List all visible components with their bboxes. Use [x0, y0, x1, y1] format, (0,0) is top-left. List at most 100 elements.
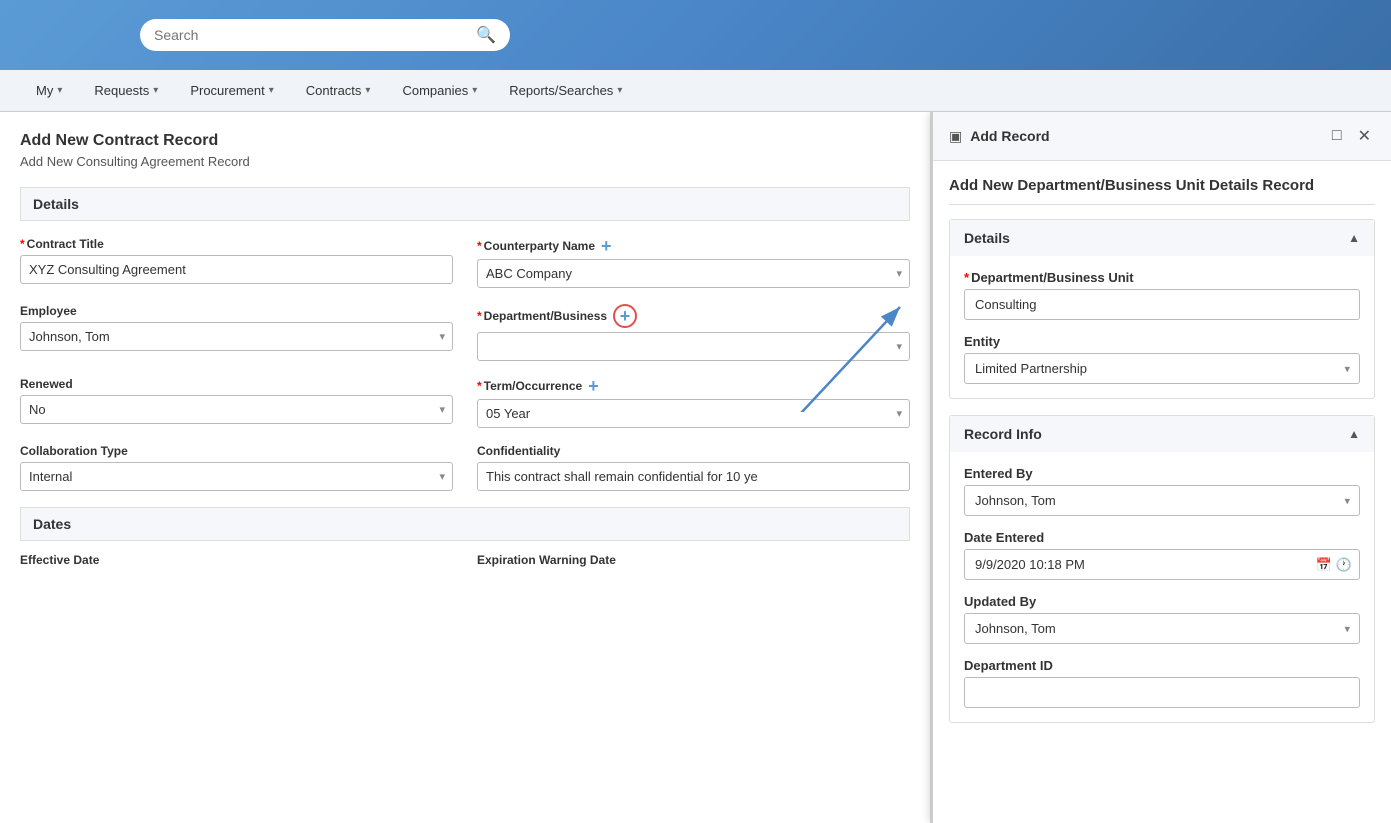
modal-details-header[interactable]: Details ▲ — [950, 220, 1374, 256]
modal-date-entered-input[interactable] — [964, 549, 1360, 580]
counterparty-name-label: Counterparty Name — [477, 239, 595, 253]
left-panel: Add New Contract Record Add New Consulti… — [0, 112, 931, 823]
page-subtitle: Add New Consulting Agreement Record — [20, 154, 910, 169]
contract-title-label: Contract Title — [20, 237, 453, 251]
dates-section-header: Dates — [20, 507, 910, 541]
employee-select-wrap: Johnson, Tom ▾ — [20, 322, 453, 351]
nav-item-procurement[interactable]: Procurement ▾ — [174, 73, 289, 108]
search-input[interactable] — [154, 27, 476, 43]
search-icon-button[interactable]: 🔍 — [476, 25, 496, 45]
chevron-down-icon: ▾ — [153, 85, 158, 96]
modal-header-right: □ ✕ — [1328, 124, 1375, 148]
modal-dept-id-input[interactable] — [964, 677, 1360, 708]
chevron-down-icon: ▾ — [365, 85, 370, 96]
form-grid-top: Contract Title Counterparty Name + ABC C… — [20, 237, 910, 491]
confidentiality-label: Confidentiality — [477, 444, 910, 458]
modal-updated-by-select[interactable]: Johnson, Tom — [964, 613, 1360, 644]
contract-title-input[interactable] — [20, 255, 453, 284]
nav-bar: My ▾ Requests ▾ Procurement ▾ Contracts … — [0, 70, 1391, 112]
counterparty-add-button[interactable]: + — [601, 237, 612, 255]
dept-select-wrap: ▾ — [477, 332, 910, 361]
employee-select[interactable]: Johnson, Tom — [20, 322, 453, 351]
counterparty-select[interactable]: ABC Company — [477, 259, 910, 288]
nav-item-reports[interactable]: Reports/Searches ▾ — [493, 73, 638, 108]
collaboration-select[interactable]: Internal — [20, 462, 453, 491]
chevron-down-icon: ▾ — [472, 85, 477, 96]
app-header: 🔍 — [0, 0, 1391, 70]
modal-entered-by-select[interactable]: Johnson, Tom — [964, 485, 1360, 516]
collaboration-type-label: Collaboration Type — [20, 444, 453, 458]
date-icons: 📅 🕐 — [1316, 557, 1352, 573]
modal-updated-by-select-wrap: Johnson, Tom ▾ — [964, 613, 1360, 644]
department-select[interactable] — [477, 332, 910, 361]
modal-dept-id-label: Department ID — [964, 658, 1360, 673]
modal-header-left: ▣ Add Record — [949, 128, 1050, 145]
term-occurrence-field: Term/Occurrence + 05 Year ▾ — [477, 377, 910, 428]
confidentiality-field: Confidentiality — [477, 444, 910, 491]
modal-maximize-button[interactable]: □ — [1328, 124, 1346, 148]
collapse-arrow-icon: ▲ — [1348, 231, 1360, 245]
modal-dept-input[interactable] — [964, 289, 1360, 320]
add-record-modal: ▣ Add Record □ ✕ Add New Department/Busi… — [931, 112, 1391, 823]
modal-entity-select[interactable]: Limited Partnership — [964, 353, 1360, 384]
department-business-field: Department/Business + ▾ — [477, 304, 910, 361]
modal-details-body: Department/Business Unit Entity Limited … — [950, 256, 1374, 398]
expiration-warning-label: Expiration Warning Date — [477, 553, 910, 567]
chevron-down-icon: ▾ — [57, 85, 62, 96]
modal-details-section: Details ▲ Department/Business Unit Entit… — [949, 219, 1375, 399]
page-title: Add New Contract Record — [20, 132, 910, 150]
chevron-down-icon: ▾ — [617, 85, 622, 96]
term-add-button[interactable]: + — [588, 377, 599, 395]
modal-record-info-body: Entered By Johnson, Tom ▾ Date Entered — [950, 452, 1374, 722]
renewed-label: Renewed — [20, 377, 453, 391]
dept-label-row: Department/Business + — [477, 304, 910, 328]
clock-icon[interactable]: 🕐 — [1336, 557, 1352, 573]
contract-title-field: Contract Title — [20, 237, 453, 288]
nav-item-requests[interactable]: Requests ▾ — [78, 73, 174, 108]
calendar-icon[interactable]: 📅 — [1316, 557, 1332, 573]
collab-select-wrap: Internal ▾ — [20, 462, 453, 491]
counterparty-label-row: Counterparty Name + — [477, 237, 910, 255]
term-occurrence-label: Term/Occurrence — [477, 379, 582, 393]
modal-record-info-header[interactable]: Record Info ▲ — [950, 416, 1374, 452]
modal-close-button[interactable]: ✕ — [1354, 124, 1375, 148]
modal-body: Add New Department/Business Unit Details… — [933, 161, 1391, 823]
effective-date-label: Effective Date — [20, 553, 453, 567]
search-box[interactable]: 🔍 — [140, 19, 510, 51]
modal-dept-label: Department/Business Unit — [964, 270, 1360, 285]
modal-entity-select-wrap: Limited Partnership ▾ — [964, 353, 1360, 384]
modal-date-entered-wrap: 📅 🕐 — [964, 549, 1360, 580]
modal-details-label: Details — [964, 230, 1010, 246]
dates-section: Dates Effective Date Expiration Warning … — [20, 507, 910, 567]
modal-date-entered-label: Date Entered — [964, 530, 1360, 545]
details-section-header: Details — [20, 187, 910, 221]
modal-record-info-section: Record Info ▲ Entered By Johnson, Tom ▾ — [949, 415, 1375, 723]
modal-entered-by-select-wrap: Johnson, Tom ▾ — [964, 485, 1360, 516]
renewed-field: Renewed No ▾ — [20, 377, 453, 428]
modal-dept-id-field: Department ID — [964, 658, 1360, 708]
counterparty-select-wrap: ABC Company ▾ — [477, 259, 910, 288]
term-select[interactable]: 05 Year — [477, 399, 910, 428]
department-add-circle-button[interactable]: + — [613, 304, 637, 328]
collapse-arrow-icon: ▲ — [1348, 427, 1360, 441]
window-icon: ▣ — [949, 128, 962, 145]
renewed-select[interactable]: No — [20, 395, 453, 424]
modal-title: Add Record — [970, 128, 1049, 144]
modal-entered-by-label: Entered By — [964, 466, 1360, 481]
modal-main-title: Add New Department/Business Unit Details… — [949, 177, 1375, 205]
nav-item-my[interactable]: My ▾ — [20, 73, 78, 108]
modal-entity-label: Entity — [964, 334, 1360, 349]
nav-item-companies[interactable]: Companies ▾ — [386, 73, 493, 108]
main-content: Add New Contract Record Add New Consulti… — [0, 112, 1391, 823]
modal-dept-field: Department/Business Unit — [964, 270, 1360, 320]
counterparty-name-field: Counterparty Name + ABC Company ▾ — [477, 237, 910, 288]
chevron-down-icon: ▾ — [269, 85, 274, 96]
effective-date-field: Effective Date — [20, 553, 453, 567]
collaboration-type-field: Collaboration Type Internal ▾ — [20, 444, 453, 491]
modal-date-entered-field: Date Entered 📅 🕐 — [964, 530, 1360, 580]
dates-form-grid: Effective Date Expiration Warning Date — [20, 553, 910, 567]
confidentiality-input[interactable] — [477, 462, 910, 491]
department-business-label: Department/Business — [477, 309, 607, 323]
modal-entered-by-field: Entered By Johnson, Tom ▾ — [964, 466, 1360, 516]
nav-item-contracts[interactable]: Contracts ▾ — [290, 73, 387, 108]
